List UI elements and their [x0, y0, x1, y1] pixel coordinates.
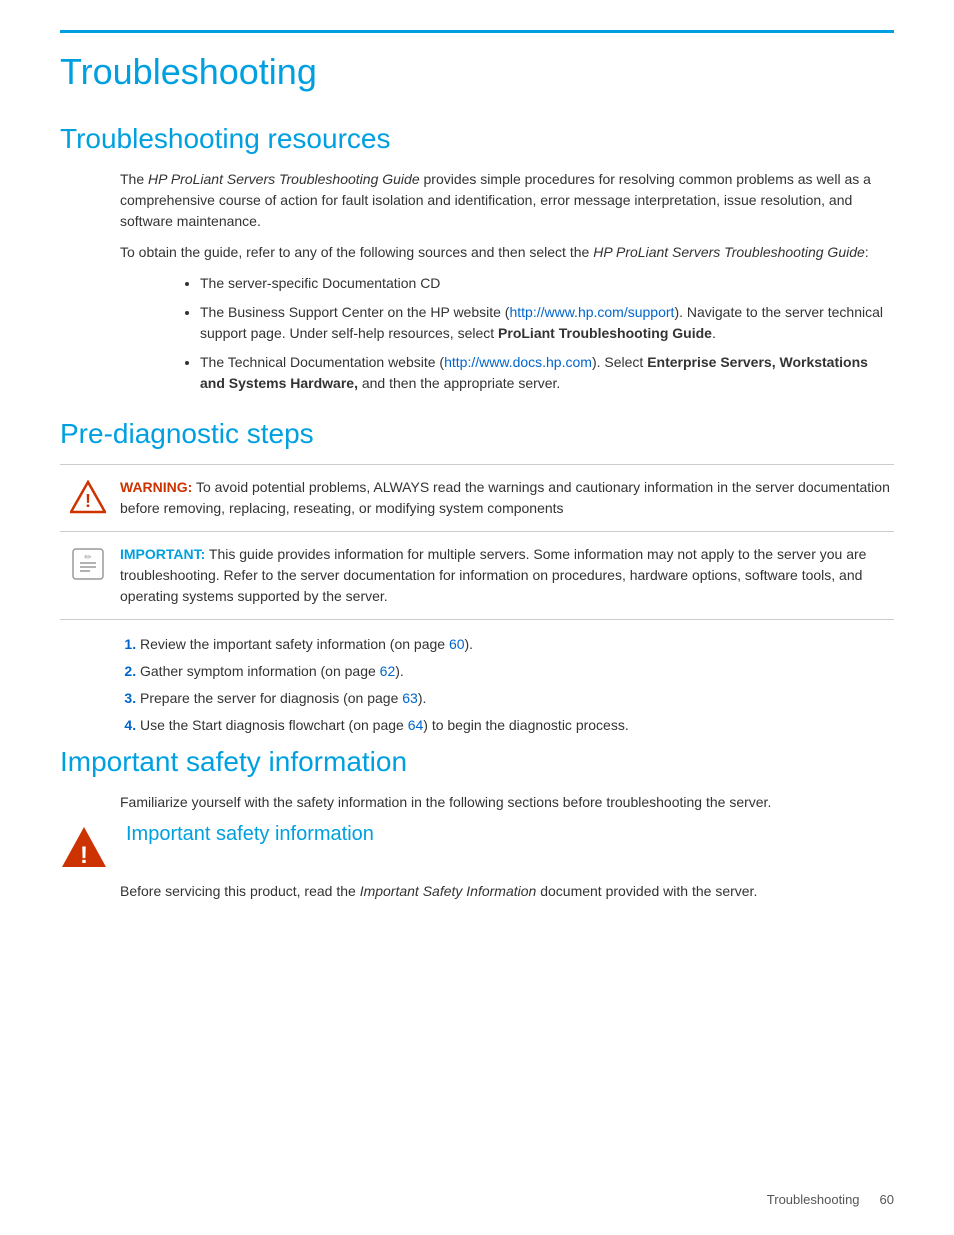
footer: Troubleshooting 60 — [767, 1192, 894, 1207]
warning-label: WARNING: — [120, 479, 192, 495]
step3-text: Prepare the server for diagnosis (on pag… — [140, 690, 426, 706]
troubleshooting-resources-content: The HP ProLiant Servers Troubleshooting … — [120, 169, 894, 394]
docs-hp-link[interactable]: http://www.docs.hp.com — [444, 354, 592, 370]
important-box: ✏ IMPORTANT: This guide provides informa… — [60, 532, 894, 620]
svg-text:!: ! — [80, 842, 88, 869]
resources-bullet3: The Technical Documentation website (htt… — [200, 352, 894, 394]
safety-subsection-title: Important safety information — [126, 823, 374, 846]
proliant-troubleshooting-bold: ProLiant Troubleshooting Guide — [498, 325, 712, 341]
important-safety-section: Important safety information Familiarize… — [60, 746, 894, 902]
page: Troubleshooting Troubleshooting resource… — [0, 0, 954, 1235]
hp-support-link[interactable]: http://www.hp.com/support — [509, 304, 674, 320]
top-border — [60, 30, 894, 33]
prediagnostic-title: Pre-diagnostic steps — [60, 418, 894, 450]
safety-icon-box: ! Important safety information — [60, 823, 894, 871]
resources-bullet2: The Business Support Center on the HP we… — [200, 302, 894, 344]
important-safety-content: Familiarize yourself with the safety inf… — [120, 792, 894, 813]
svg-text:!: ! — [85, 491, 91, 511]
safety-subsection-content: Before servicing this product, read the … — [120, 881, 894, 902]
resources-para1: The HP ProLiant Servers Troubleshooting … — [120, 169, 894, 232]
resources-bullet-list: The server-specific Documentation CD The… — [200, 273, 894, 394]
warning-text-content: WARNING: To avoid potential problems, AL… — [120, 477, 894, 519]
resources-para2: To obtain the guide, refer to any of the… — [120, 242, 894, 263]
svg-text:✏: ✏ — [84, 552, 92, 562]
warning-box: ! WARNING: To avoid potential problems, … — [60, 464, 894, 532]
safety-subsection: Important safety information — [126, 823, 374, 856]
important-safety-intro: Familiarize yourself with the safety inf… — [120, 792, 894, 813]
important-label: IMPORTANT: — [120, 546, 205, 562]
step4-text: Use the Start diagnosis flowchart (on pa… — [140, 717, 629, 733]
step3: Prepare the server for diagnosis (on pag… — [140, 688, 894, 709]
important-body: This guide provides information for mult… — [120, 546, 866, 604]
prediagnostic-section: Pre-diagnostic steps ! WARNING: To avoid… — [60, 418, 894, 736]
step1: Review the important safety information … — [140, 634, 894, 655]
step2-text: Gather symptom information (on page 62). — [140, 663, 404, 679]
warning-icon: ! — [70, 479, 106, 515]
troubleshooting-resources-title: Troubleshooting resources — [60, 123, 894, 155]
safety-para-italic: Important Safety Information — [360, 883, 537, 899]
resources-para1-italic: HP ProLiant Servers Troubleshooting Guid… — [148, 171, 420, 187]
important-icon: ✏ — [70, 546, 106, 582]
troubleshooting-resources-section: Troubleshooting resources The HP ProLian… — [60, 123, 894, 394]
important-text-content: IMPORTANT: This guide provides informati… — [120, 544, 894, 607]
page-title: Troubleshooting — [60, 51, 894, 93]
step4-page-link[interactable]: 64 — [408, 717, 424, 733]
important-safety-title: Important safety information — [60, 746, 894, 778]
prediagnostic-steps-list: Review the important safety information … — [140, 634, 894, 736]
step2-page-link[interactable]: 62 — [380, 663, 396, 679]
step4: Use the Start diagnosis flowchart (on pa… — [140, 715, 894, 736]
step1-page-link[interactable]: 60 — [449, 636, 465, 652]
resources-para2-italic: HP ProLiant Servers Troubleshooting Guid… — [593, 244, 865, 260]
resources-bullet1: The server-specific Documentation CD — [200, 273, 894, 294]
warning-body: To avoid potential problems, ALWAYS read… — [120, 479, 890, 516]
footer-page: 60 — [880, 1192, 894, 1207]
footer-label: Troubleshooting — [767, 1192, 860, 1207]
step1-text: Review the important safety information … — [140, 636, 473, 652]
safety-para: Before servicing this product, read the … — [120, 881, 894, 902]
safety-warning-icon: ! — [60, 823, 108, 871]
step3-page-link[interactable]: 63 — [402, 690, 418, 706]
step2: Gather symptom information (on page 62). — [140, 661, 894, 682]
